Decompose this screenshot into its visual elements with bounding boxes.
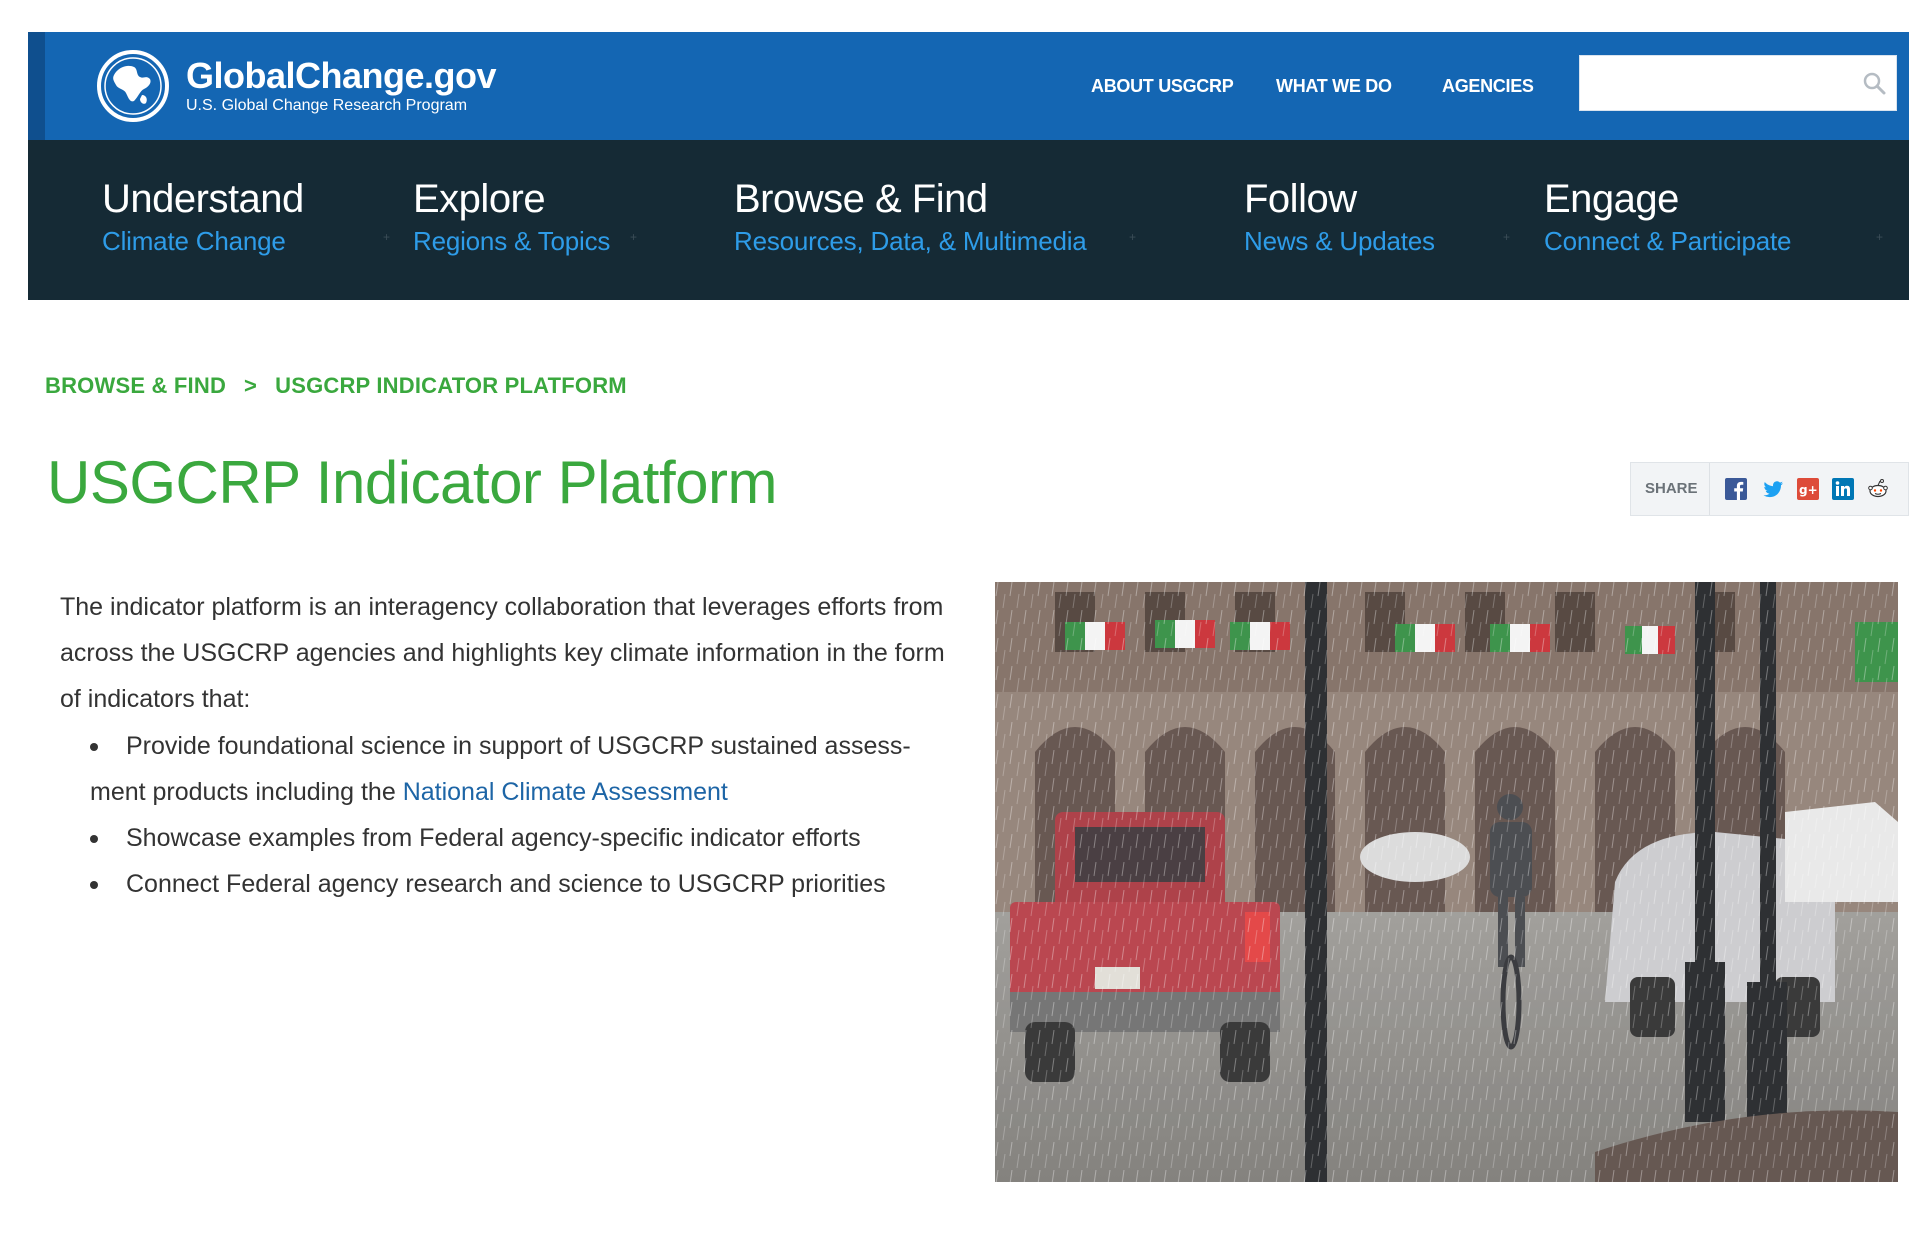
reddit-icon[interactable] (1867, 478, 1889, 500)
nav-understand[interactable]: Understand Climate Change (102, 176, 304, 256)
nav-engage[interactable]: Engage Connect & Participate (1544, 176, 1791, 256)
list-item-text: Showcase examples from Federal agency-sp… (126, 824, 861, 852)
nav-separator: + (630, 230, 638, 244)
main-navigation: Understand Climate Change + Explore Regi… (28, 140, 1909, 300)
intro-paragraph: The indicator platform is an interagency… (60, 593, 945, 713)
header-edge (28, 32, 45, 140)
indicator-goals-list: Provide foundational science in support … (60, 723, 960, 907)
share-label: SHARE (1645, 480, 1698, 497)
share-bar: SHARE g+ (1630, 462, 1909, 516)
nav-explore-subtitle: Regions & Topics (413, 226, 611, 256)
site-logo[interactable]: GlobalChange.gov U.S. Global Change Rese… (96, 46, 516, 126)
list-item: Connect Federal agency research and scie… (60, 861, 960, 907)
national-climate-assessment-link[interactable]: National Climate Assessment (403, 778, 728, 806)
google-plus-icon[interactable]: g+ (1797, 478, 1819, 500)
nav-explore-title: Explore (413, 177, 546, 221)
top-nav-agencies[interactable]: AGENCIES (1442, 32, 1534, 140)
nav-engage-title: Engage (1544, 177, 1679, 221)
search-box[interactable] (1579, 55, 1897, 111)
page-title: USGCRP Indicator Platform (47, 449, 777, 516)
bullet-marker (90, 881, 98, 889)
nav-engage-subtitle: Connect & Participate (1544, 226, 1792, 256)
hero-photo (995, 582, 1898, 1182)
facebook-icon[interactable] (1725, 478, 1747, 500)
nav-separator: + (1876, 230, 1884, 244)
nav-follow-subtitle: News & Updates (1244, 226, 1435, 256)
nav-follow-title: Follow (1244, 177, 1357, 221)
breadcrumb-separator: > (244, 373, 258, 398)
top-nav-about-usgcrp[interactable]: ABOUT USGCRP (1091, 32, 1234, 140)
twitter-icon[interactable] (1762, 478, 1784, 500)
svg-text:g+: g+ (1799, 483, 1818, 497)
globe-icon (97, 50, 169, 122)
nav-separator: + (1503, 230, 1511, 244)
breadcrumb-browse-find[interactable]: BROWSE & FIND (45, 373, 226, 399)
list-item: Showcase examples from Federal agency-sp… (60, 815, 960, 861)
nav-separator: + (383, 230, 391, 244)
nav-understand-title: Understand (102, 177, 304, 221)
logo-subtitle: U.S. Global Change Research Program (186, 97, 468, 114)
bullet-marker (90, 835, 98, 843)
list-item: Provide foundational science in support … (60, 723, 960, 815)
nav-browse-find-subtitle: Resources, Data, & Multimedia (734, 226, 1087, 256)
linkedin-icon[interactable] (1832, 478, 1854, 500)
logo-text: GlobalChange.gov U.S. Global Change Rese… (186, 55, 497, 115)
nav-browse-find-title: Browse & Find (734, 177, 988, 221)
search-input[interactable] (1580, 56, 1854, 110)
nav-separator: + (1129, 230, 1137, 244)
share-divider (1709, 463, 1710, 515)
breadcrumb: BROWSE & FIND > USGCRP INDICATOR PLATFOR… (45, 373, 627, 399)
logo-title: GlobalChange.gov (186, 55, 497, 96)
bullet-marker (90, 743, 98, 751)
nav-explore[interactable]: Explore Regions & Topics (413, 176, 610, 256)
nav-understand-subtitle: Climate Change (102, 226, 286, 256)
search-icon[interactable] (1862, 71, 1886, 95)
list-item-text: Connect Federal agency research and scie… (126, 870, 886, 898)
nav-follow[interactable]: Follow News & Updates (1244, 176, 1435, 256)
top-nav-what-we-do[interactable]: WHAT WE DO (1276, 32, 1392, 140)
nav-browse-find[interactable]: Browse & Find Resources, Data, & Multime… (734, 176, 1087, 256)
breadcrumb-current: USGCRP INDICATOR PLATFORM (275, 373, 627, 398)
